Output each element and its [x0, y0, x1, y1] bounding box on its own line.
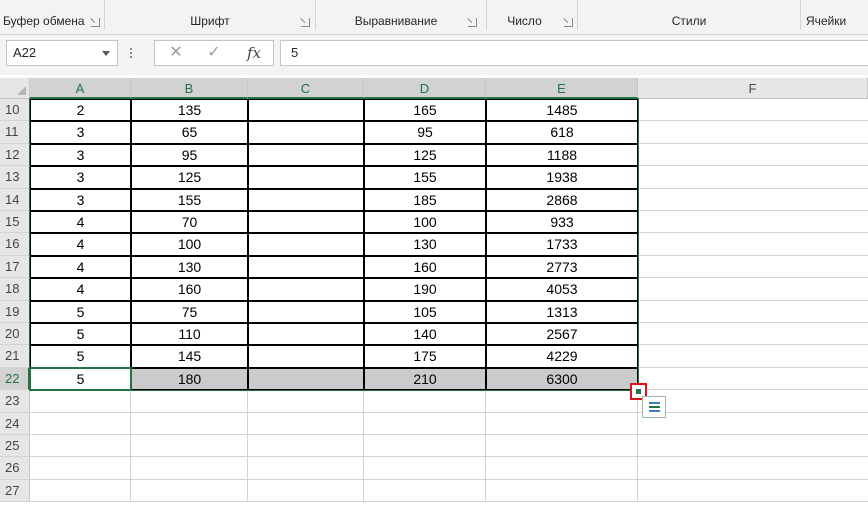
- cell-c27[interactable]: [248, 480, 364, 502]
- ribbon-group-label: Буфер обмена: [3, 14, 85, 28]
- cell-c25[interactable]: [248, 435, 364, 457]
- cell-b24[interactable]: [131, 413, 248, 435]
- row-header[interactable]: 11: [0, 121, 30, 144]
- spreadsheet-grid[interactable]: A B C D E F 10 2 135 165 1485 11 3 65 95 618 12 3 95 125 118…: [0, 78, 868, 512]
- quick-analysis-icon[interactable]: [642, 396, 666, 418]
- cell-b23[interactable]: [131, 390, 248, 412]
- cell-b25[interactable]: [131, 435, 248, 457]
- row-header[interactable]: 14: [0, 188, 30, 211]
- ribbon-group-clipboard: Буфер обмена: [0, 0, 104, 34]
- cell-b27[interactable]: [131, 480, 248, 502]
- row-header[interactable]: 17: [0, 255, 30, 279]
- ribbon-group-cells: Ячейки: [801, 0, 868, 34]
- cell-a23[interactable]: [30, 390, 131, 412]
- formula-input[interactable]: 5: [280, 40, 868, 66]
- cell-c26[interactable]: [248, 457, 364, 479]
- cancel-icon[interactable]: ✕: [157, 41, 195, 65]
- row-header[interactable]: 10: [0, 99, 30, 122]
- cell-e24[interactable]: [486, 413, 638, 435]
- cell-d25[interactable]: [364, 435, 486, 457]
- row-header[interactable]: 12: [0, 143, 30, 167]
- ribbon-group-styles: Стили: [578, 0, 800, 34]
- row-header[interactable]: 27: [0, 479, 30, 503]
- cell-a24[interactable]: [30, 413, 131, 435]
- chevron-down-icon[interactable]: [102, 51, 110, 56]
- cell-e25[interactable]: [486, 435, 638, 457]
- select-all-button[interactable]: [0, 78, 30, 99]
- row-header[interactable]: 18: [0, 278, 30, 301]
- column-header-b[interactable]: B: [131, 78, 248, 99]
- ribbon-group-label: Шрифт: [190, 14, 230, 28]
- resize-handle-icon[interactable]: [130, 48, 133, 60]
- row-header[interactable]: 19: [0, 300, 30, 323]
- column-header-e[interactable]: E: [486, 78, 638, 99]
- cell-e27[interactable]: [486, 480, 638, 502]
- cell-a25[interactable]: [30, 435, 131, 457]
- row-header[interactable]: 15: [0, 211, 30, 234]
- name-box[interactable]: A22: [6, 40, 118, 66]
- row-header[interactable]: 21: [0, 345, 30, 368]
- ribbon: Буфер обмена Шрифт Выравнивание Число Ст…: [0, 0, 868, 35]
- ribbon-group-label: Выравнивание: [354, 14, 438, 28]
- cell-c24[interactable]: [248, 413, 364, 435]
- enter-icon[interactable]: ✓: [195, 41, 233, 65]
- ribbon-group-label: Число: [507, 14, 542, 28]
- cell-a27[interactable]: [30, 480, 131, 502]
- formula-bar: A22 ✕ ✓ fx 5: [0, 35, 868, 75]
- cell-d24[interactable]: [364, 413, 486, 435]
- cell-d26[interactable]: [364, 457, 486, 479]
- row-header[interactable]: 25: [0, 435, 30, 458]
- cell-c23[interactable]: [248, 390, 364, 412]
- ribbon-group-number: Число: [487, 0, 577, 34]
- ribbon-group-alignment: Выравнивание: [316, 0, 486, 34]
- name-box-value: A22: [13, 45, 37, 60]
- cell-e23[interactable]: [486, 390, 638, 412]
- column-header-d[interactable]: D: [364, 78, 486, 99]
- ribbon-group-label: Стили: [671, 14, 707, 28]
- row-header[interactable]: 13: [0, 166, 30, 189]
- column-header-a[interactable]: A: [30, 78, 131, 99]
- ribbon-group-label: Ячейки: [806, 14, 847, 28]
- row-header[interactable]: 16: [0, 233, 30, 256]
- cell-a26[interactable]: [30, 457, 131, 479]
- column-header-f[interactable]: F: [638, 78, 868, 99]
- selection-range: [29, 98, 639, 392]
- dialog-launcher-icon[interactable]: [91, 18, 100, 27]
- ribbon-group-font: Шрифт: [105, 0, 315, 34]
- dialog-launcher-icon[interactable]: [564, 18, 573, 27]
- row-header[interactable]: 23: [0, 390, 30, 413]
- formula-buttons: ✕ ✓ fx: [154, 40, 274, 66]
- cell-e26[interactable]: [486, 457, 638, 479]
- cell-d27[interactable]: [364, 480, 486, 502]
- column-header-c[interactable]: C: [248, 78, 364, 99]
- row-header[interactable]: 24: [0, 412, 30, 435]
- cell-b26[interactable]: [131, 457, 248, 479]
- insert-function-button[interactable]: fx: [235, 41, 273, 65]
- cell-d23[interactable]: [364, 390, 486, 412]
- active-cell[interactable]: [29, 366, 132, 392]
- row-header[interactable]: 22: [0, 367, 30, 391]
- row-header[interactable]: 26: [0, 457, 30, 480]
- row-header[interactable]: 20: [0, 323, 30, 346]
